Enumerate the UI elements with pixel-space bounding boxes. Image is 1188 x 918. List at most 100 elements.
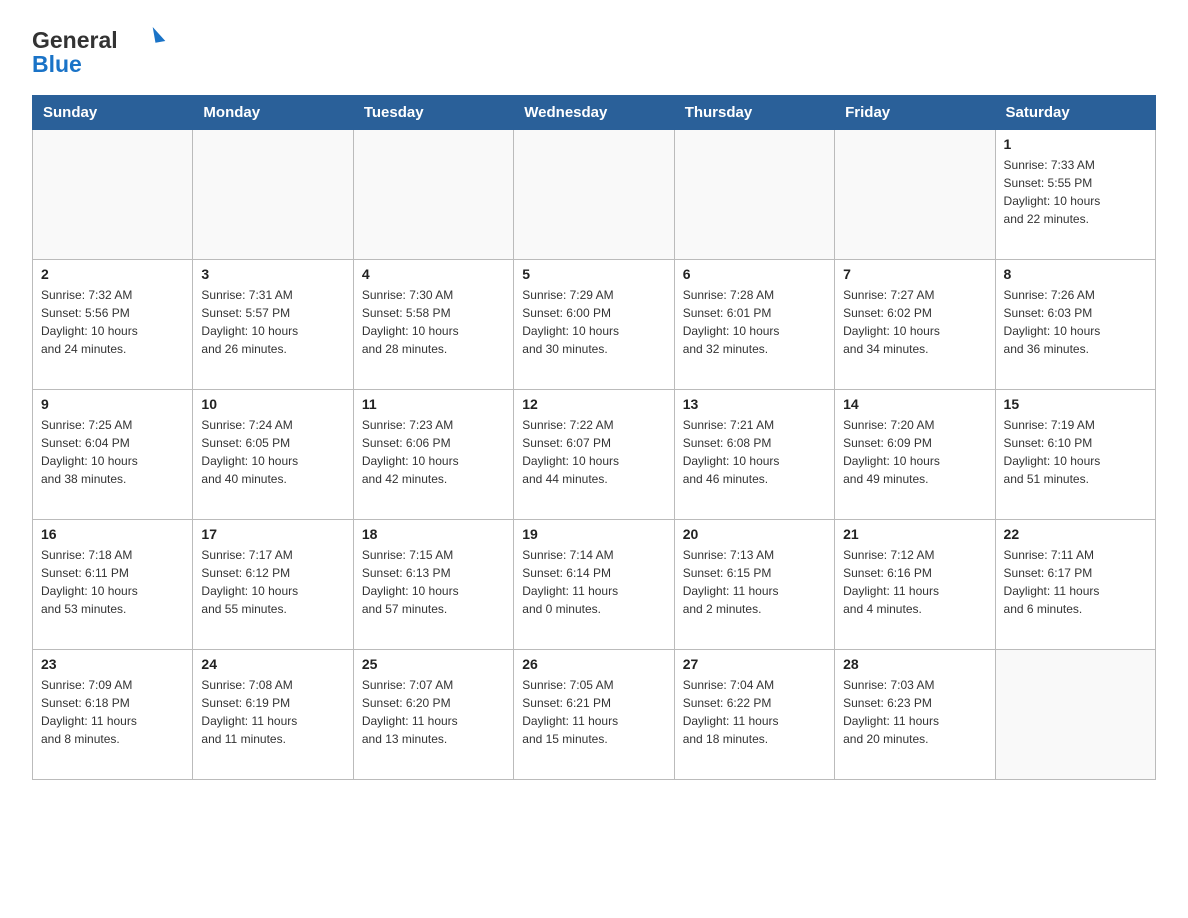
day-number: 13 [683, 396, 826, 412]
calendar-week-row: 9 Sunrise: 7:25 AM Sunset: 6:04 PM Daylig… [33, 390, 1156, 520]
day-number: 11 [362, 396, 505, 412]
day-info: Sunrise: 7:32 AM Sunset: 5:56 PM Dayligh… [41, 286, 184, 358]
calendar-week-row: 23 Sunrise: 7:09 AM Sunset: 6:18 PM Dayli… [33, 650, 1156, 780]
calendar-cell: 10 Sunrise: 7:24 AM Sunset: 6:05 PM Dayli… [193, 390, 353, 520]
calendar-cell: 2 Sunrise: 7:32 AM Sunset: 5:56 PM Daylig… [33, 260, 193, 390]
weekday-header-wednesday: Wednesday [514, 96, 674, 130]
calendar-cell [33, 130, 193, 260]
svg-text:General: General [32, 27, 118, 53]
day-info: Sunrise: 7:22 AM Sunset: 6:07 PM Dayligh… [522, 416, 665, 488]
day-info: Sunrise: 7:30 AM Sunset: 5:58 PM Dayligh… [362, 286, 505, 358]
calendar-cell: 14 Sunrise: 7:20 AM Sunset: 6:09 PM Dayli… [835, 390, 995, 520]
day-number: 21 [843, 526, 986, 542]
day-info: Sunrise: 7:14 AM Sunset: 6:14 PM Dayligh… [522, 546, 665, 618]
day-number: 9 [41, 396, 184, 412]
day-number: 1 [1004, 136, 1147, 152]
day-info: Sunrise: 7:05 AM Sunset: 6:21 PM Dayligh… [522, 676, 665, 748]
calendar-cell: 28 Sunrise: 7:03 AM Sunset: 6:23 PM Dayli… [835, 650, 995, 780]
calendar-cell: 20 Sunrise: 7:13 AM Sunset: 6:15 PM Dayli… [674, 520, 834, 650]
day-info: Sunrise: 7:18 AM Sunset: 6:11 PM Dayligh… [41, 546, 184, 618]
day-number: 14 [843, 396, 986, 412]
calendar-cell: 15 Sunrise: 7:19 AM Sunset: 6:10 PM Dayli… [995, 390, 1155, 520]
day-info: Sunrise: 7:26 AM Sunset: 6:03 PM Dayligh… [1004, 286, 1147, 358]
calendar-cell [835, 130, 995, 260]
weekday-header-row: SundayMondayTuesdayWednesdayThursdayFrid… [33, 96, 1156, 130]
calendar-cell: 6 Sunrise: 7:28 AM Sunset: 6:01 PM Daylig… [674, 260, 834, 390]
day-info: Sunrise: 7:11 AM Sunset: 6:17 PM Dayligh… [1004, 546, 1147, 618]
calendar-cell [353, 130, 513, 260]
day-number: 2 [41, 266, 184, 282]
day-info: Sunrise: 7:13 AM Sunset: 6:15 PM Dayligh… [683, 546, 826, 618]
day-number: 12 [522, 396, 665, 412]
calendar-week-row: 16Sunrise: 7:18 AM Sunset: 6:11 PM Dayli… [33, 520, 1156, 650]
day-info: Sunrise: 7:25 AM Sunset: 6:04 PM Dayligh… [41, 416, 184, 488]
day-number: 24 [201, 656, 344, 672]
day-info: Sunrise: 7:15 AM Sunset: 6:13 PM Dayligh… [362, 546, 505, 618]
calendar-cell: 17 Sunrise: 7:17 AM Sunset: 6:12 PM Dayli… [193, 520, 353, 650]
calendar-cell [995, 650, 1155, 780]
day-number: 22 [1004, 526, 1147, 542]
day-number: 6 [683, 266, 826, 282]
weekday-header-saturday: Saturday [995, 96, 1155, 130]
day-info: Sunrise: 7:19 AM Sunset: 6:10 PM Dayligh… [1004, 416, 1147, 488]
weekday-header-tuesday: Tuesday [353, 96, 513, 130]
calendar-cell: 11 Sunrise: 7:23 AM Sunset: 6:06 PM Dayli… [353, 390, 513, 520]
calendar-cell: 9 Sunrise: 7:25 AM Sunset: 6:04 PM Daylig… [33, 390, 193, 520]
svg-text:Blue: Blue [32, 51, 82, 77]
day-info: Sunrise: 7:23 AM Sunset: 6:06 PM Dayligh… [362, 416, 505, 488]
day-info: Sunrise: 7:04 AM Sunset: 6:22 PM Dayligh… [683, 676, 826, 748]
day-number: 3 [201, 266, 344, 282]
weekday-header-thursday: Thursday [674, 96, 834, 130]
day-info: Sunrise: 7:09 AM Sunset: 6:18 PM Dayligh… [41, 676, 184, 748]
calendar-cell: 5Sunrise: 7:29 AM Sunset: 6:00 PM Daylig… [514, 260, 674, 390]
page-header: General Blue [32, 24, 1156, 79]
day-number: 7 [843, 266, 986, 282]
calendar-cell: 8 Sunrise: 7:26 AM Sunset: 6:03 PM Daylig… [995, 260, 1155, 390]
day-info: Sunrise: 7:31 AM Sunset: 5:57 PM Dayligh… [201, 286, 344, 358]
calendar-cell: 21 Sunrise: 7:12 AM Sunset: 6:16 PM Dayli… [835, 520, 995, 650]
day-info: Sunrise: 7:24 AM Sunset: 6:05 PM Dayligh… [201, 416, 344, 488]
day-number: 20 [683, 526, 826, 542]
day-info: Sunrise: 7:29 AM Sunset: 6:00 PM Dayligh… [522, 286, 665, 358]
weekday-header-monday: Monday [193, 96, 353, 130]
calendar-cell: 27Sunrise: 7:04 AM Sunset: 6:22 PM Dayli… [674, 650, 834, 780]
day-info: Sunrise: 7:12 AM Sunset: 6:16 PM Dayligh… [843, 546, 986, 618]
calendar-cell: 22 Sunrise: 7:11 AM Sunset: 6:17 PM Dayli… [995, 520, 1155, 650]
day-info: Sunrise: 7:17 AM Sunset: 6:12 PM Dayligh… [201, 546, 344, 618]
day-number: 19 [522, 526, 665, 542]
day-info: Sunrise: 7:08 AM Sunset: 6:19 PM Dayligh… [201, 676, 344, 748]
day-info: Sunrise: 7:07 AM Sunset: 6:20 PM Dayligh… [362, 676, 505, 748]
day-number: 23 [41, 656, 184, 672]
calendar-cell: 3 Sunrise: 7:31 AM Sunset: 5:57 PM Daylig… [193, 260, 353, 390]
calendar-cell: 18 Sunrise: 7:15 AM Sunset: 6:13 PM Dayli… [353, 520, 513, 650]
day-number: 10 [201, 396, 344, 412]
calendar-week-row: 1 Sunrise: 7:33 AM Sunset: 5:55 PM Daylig… [33, 130, 1156, 260]
day-number: 4 [362, 266, 505, 282]
calendar-cell: 24 Sunrise: 7:08 AM Sunset: 6:19 PM Dayli… [193, 650, 353, 780]
day-info: Sunrise: 7:20 AM Sunset: 6:09 PM Dayligh… [843, 416, 986, 488]
calendar-cell: 23 Sunrise: 7:09 AM Sunset: 6:18 PM Dayli… [33, 650, 193, 780]
weekday-header-sunday: Sunday [33, 96, 193, 130]
day-number: 15 [1004, 396, 1147, 412]
day-number: 25 [362, 656, 505, 672]
day-info: Sunrise: 7:21 AM Sunset: 6:08 PM Dayligh… [683, 416, 826, 488]
calendar-cell [193, 130, 353, 260]
calendar-cell: 26 Sunrise: 7:05 AM Sunset: 6:21 PM Dayli… [514, 650, 674, 780]
calendar-cell [514, 130, 674, 260]
calendar-week-row: 2 Sunrise: 7:32 AM Sunset: 5:56 PM Daylig… [33, 260, 1156, 390]
calendar-cell: 1 Sunrise: 7:33 AM Sunset: 5:55 PM Daylig… [995, 130, 1155, 260]
day-number: 26 [522, 656, 665, 672]
day-info: Sunrise: 7:03 AM Sunset: 6:23 PM Dayligh… [843, 676, 986, 748]
calendar-cell: 12 Sunrise: 7:22 AM Sunset: 6:07 PM Dayli… [514, 390, 674, 520]
day-number: 18 [362, 526, 505, 542]
calendar-cell: 13 Sunrise: 7:21 AM Sunset: 6:08 PM Dayli… [674, 390, 834, 520]
day-info: Sunrise: 7:33 AM Sunset: 5:55 PM Dayligh… [1004, 156, 1147, 228]
day-info: Sunrise: 7:27 AM Sunset: 6:02 PM Dayligh… [843, 286, 986, 358]
logo: General Blue [32, 24, 172, 79]
day-number: 17 [201, 526, 344, 542]
day-info: Sunrise: 7:28 AM Sunset: 6:01 PM Dayligh… [683, 286, 826, 358]
calendar-cell [674, 130, 834, 260]
calendar-table: SundayMondayTuesdayWednesdayThursdayFrid… [32, 95, 1156, 780]
day-number: 28 [843, 656, 986, 672]
day-number: 8 [1004, 266, 1147, 282]
